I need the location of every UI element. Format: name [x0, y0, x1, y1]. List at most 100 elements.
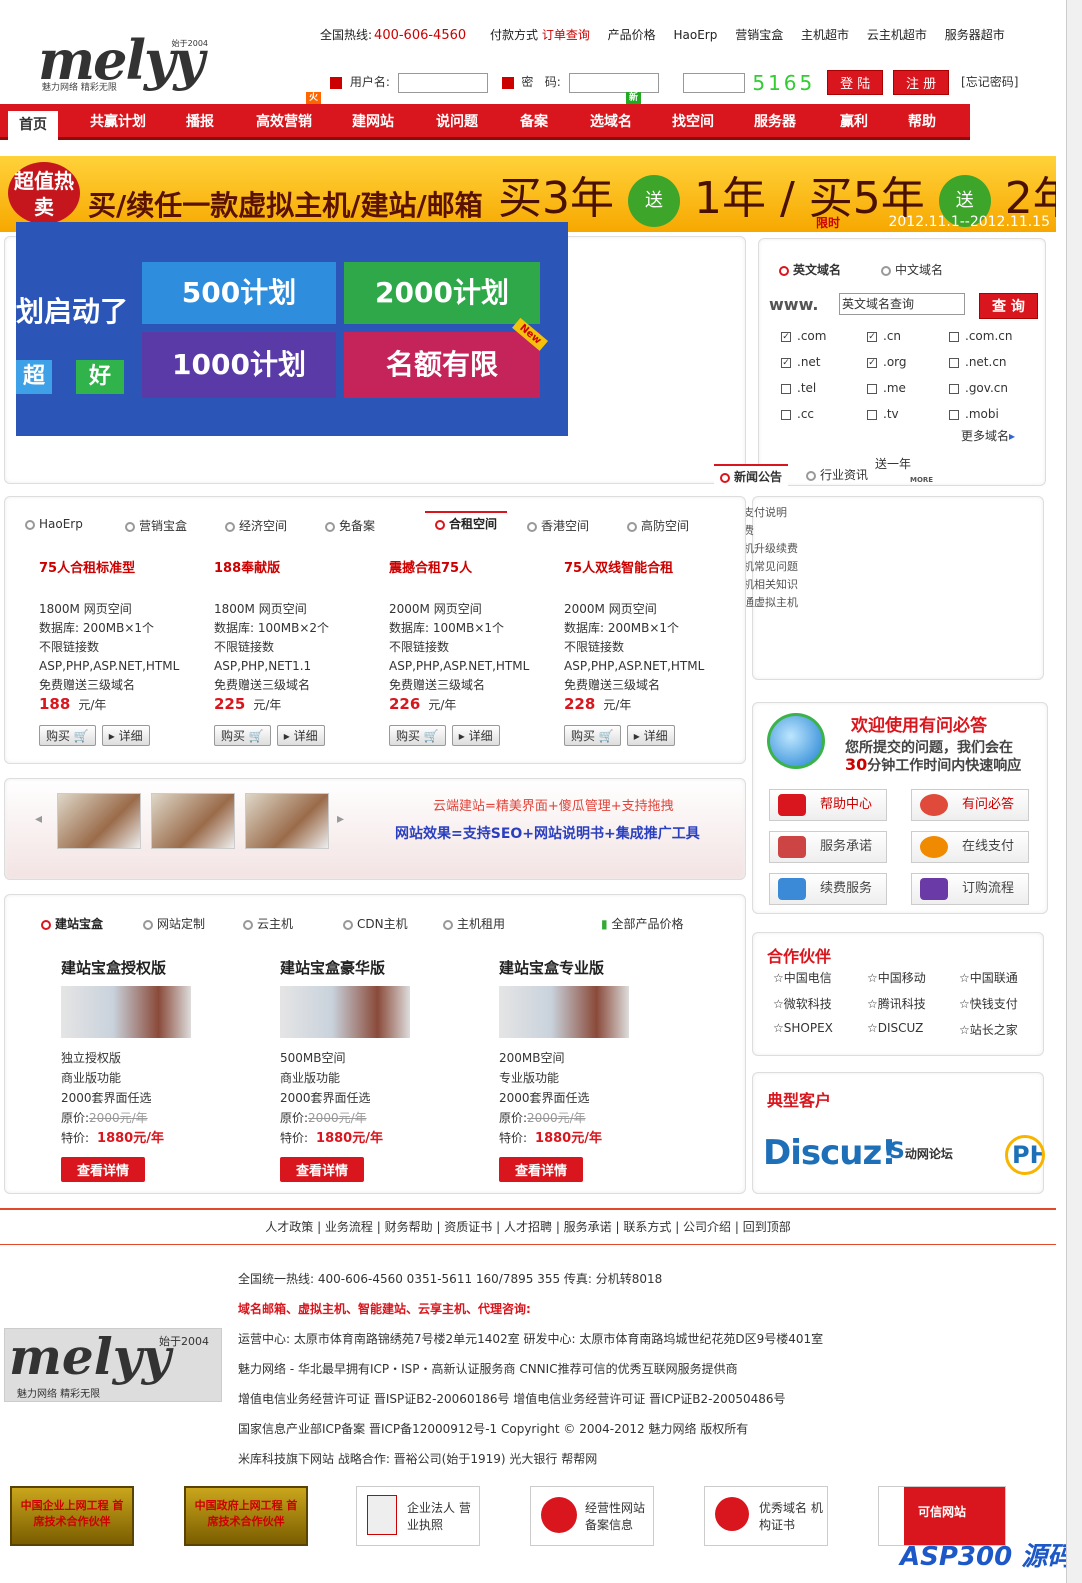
register-button[interactable]: 注 册 [893, 70, 950, 95]
domain-ext-option[interactable]: .tel [781, 381, 816, 395]
nav-help[interactable]: 帮助 [894, 104, 950, 140]
hosting-tab[interactable]: 香港空间 [527, 517, 589, 534]
site-tab[interactable]: 网站定制 [143, 915, 205, 932]
view-detail-button[interactable]: 查看详情 [61, 1157, 146, 1182]
site-showcase[interactable]: ◂ ▸ 云端建站=精美界面+傻瓜管理+支持拖拽 网站效果=支持SEO+网站说明书… [4, 778, 746, 880]
domain-ext-option[interactable]: .tv [867, 407, 899, 421]
package-preview-image[interactable] [280, 986, 410, 1038]
link-server-market[interactable]: 服务器超市 [945, 28, 1005, 42]
link-payment[interactable]: 付款方式 [490, 28, 538, 42]
site-tab[interactable]: CDN主机 [343, 915, 408, 932]
radio-cn-domain[interactable]: 中文域名 [881, 261, 943, 278]
prev-arrow-icon[interactable]: ◂ [35, 811, 42, 827]
plan-title[interactable]: 75人双线智能合租 [564, 557, 734, 576]
package-title[interactable]: 建站宝盒专业版 [499, 957, 699, 978]
package-title[interactable]: 建站宝盒豪华版 [280, 957, 480, 978]
vertical-scrollbar[interactable] [1066, 0, 1082, 1583]
news-tab-industry[interactable]: 行业资讯 [806, 466, 868, 483]
radio-en-domain[interactable]: 英文域名 [779, 261, 841, 278]
client-logo-dvbbs[interactable]: S动网论坛 [889, 1139, 953, 1164]
password-input[interactable] [568, 72, 659, 93]
domain-ext-option[interactable]: .mobi [949, 407, 999, 421]
buy-button[interactable]: 购买 🛒 [39, 725, 96, 746]
link-cloud-market[interactable]: 云主机超市 [867, 28, 927, 42]
plan-title[interactable]: 震撼合租75人 [389, 557, 559, 576]
nav-profit[interactable]: 赢利 [826, 104, 882, 140]
nav-win-plan[interactable]: 共赢计划 [76, 104, 160, 140]
package-preview-image[interactable] [499, 986, 629, 1038]
client-logo-ph[interactable]: PH [1005, 1135, 1045, 1175]
news-item[interactable]: 支付宝支付说明 [700, 504, 1040, 522]
footer-link[interactable]: 财务帮助 [385, 1220, 433, 1234]
domain-ext-option[interactable]: ✓ .com [781, 329, 826, 343]
tile-500-plan[interactable]: 500计划 [142, 262, 336, 324]
ask-button[interactable]: 有问必答 [911, 789, 1029, 821]
showcase-thumb-2[interactable] [151, 793, 235, 849]
nav-space[interactable]: 找空间 [660, 104, 726, 140]
order-flow-button[interactable]: 订购流程 [911, 873, 1029, 905]
renewal-button[interactable]: 续费服务 [769, 873, 887, 905]
cert-license[interactable]: 企业法人 营业执照 [356, 1486, 480, 1546]
partner-link[interactable]: ☆微软科技 [773, 995, 832, 1012]
detail-button[interactable]: ▸ 详细 [276, 725, 325, 746]
package-preview-image[interactable] [61, 986, 191, 1038]
news-item[interactable]: 如何开通虚拟主机 [700, 594, 1040, 612]
view-detail-button[interactable]: 查看详情 [280, 1157, 365, 1182]
online-pay-button[interactable]: 在线支付 [911, 831, 1029, 863]
domain-ext-option[interactable]: ✓ .org [867, 355, 907, 369]
nav-ask[interactable]: 说问题 [424, 104, 490, 140]
client-logo-discuz[interactable]: Discuz! [763, 1133, 897, 1173]
link-prices[interactable]: 产品价格 [608, 28, 656, 42]
cert-record[interactable]: 经营性网站 备案信息 [530, 1486, 654, 1546]
footer-link[interactable]: 业务流程 [325, 1220, 373, 1234]
username-input[interactable] [397, 72, 488, 93]
tile-1000-plan[interactable]: 1000计划 [142, 332, 336, 398]
partner-link[interactable]: ☆中国移动 [867, 969, 926, 986]
news-item[interactable]: 虚拟主机相关知识 [700, 576, 1040, 594]
link-host-market[interactable]: 主机超市 [801, 28, 849, 42]
cert-government[interactable]: 中国政府上网工程 首席技术合作伙伴 [184, 1486, 308, 1546]
showcase-thumb-3[interactable] [245, 793, 329, 849]
hosting-tab[interactable]: 合租空间 [425, 511, 508, 532]
cert-domain[interactable]: 优秀域名 机构证书 [704, 1486, 828, 1546]
partner-link[interactable]: ☆中国联通 [959, 969, 1018, 986]
news-more-link[interactable]: MORE [910, 476, 933, 484]
more-domains-link[interactable]: 更多域名▸ [961, 427, 1015, 444]
domain-ext-option[interactable]: ✓ .cn [867, 329, 901, 343]
plan-title[interactable]: 188奉献版 [214, 557, 384, 576]
buy-button[interactable]: 购买 🛒 [214, 725, 271, 746]
captcha-input[interactable] [682, 72, 745, 93]
site-tab[interactable]: 云主机 [243, 915, 293, 932]
hosting-tab[interactable]: 免备案 [325, 517, 375, 534]
partner-link[interactable]: ☆DISCUZ [867, 1021, 923, 1035]
next-arrow-icon[interactable]: ▸ [337, 811, 344, 827]
domain-ext-option[interactable]: .net.cn [949, 355, 1007, 369]
detail-button[interactable]: ▸ 详细 [101, 725, 150, 746]
captcha-image[interactable]: 5165 [752, 71, 815, 95]
footer-link[interactable]: 服务承诺 [564, 1220, 612, 1234]
plan-title[interactable]: 75人合租标准型 [39, 557, 209, 576]
tile-2000-plan[interactable]: 2000计划 [344, 262, 540, 324]
domain-ext-option[interactable]: .com.cn [949, 329, 1012, 343]
cert-enterprise[interactable]: 中国企业上网工程 首席技术合作伙伴 [10, 1486, 134, 1546]
domain-input[interactable]: 英文域名查询 [839, 293, 965, 315]
partner-link[interactable]: ☆站长之家 [959, 1021, 1018, 1038]
footer-logo[interactable]: melyy 始于2004 魅力网络 精彩无限 [4, 1328, 222, 1402]
link-order-query[interactable]: 订单查询 [542, 28, 590, 42]
hosting-tab[interactable]: 营销宝盒 [125, 517, 187, 534]
view-detail-button[interactable]: 查看详情 [499, 1157, 584, 1182]
domain-ext-option[interactable]: .gov.cn [949, 381, 1008, 395]
footer-link[interactable]: 公司介绍 [683, 1220, 731, 1234]
partner-link[interactable]: ☆中国电信 [773, 969, 832, 986]
footer-link[interactable]: 人才政策 [265, 1220, 313, 1234]
site-tab[interactable]: 主机租用 [443, 915, 505, 932]
buy-button[interactable]: 购买 🛒 [564, 725, 621, 746]
plan-slideshow[interactable]: 划启动了 超 好 500计划 2000计划 1000计划 名额有限 New [16, 222, 568, 436]
promo-banner[interactable]: 超值热卖 买/续任一款虚拟主机/建站/邮箱 买3年 送 1年 / 买5年 送 2… [0, 156, 1056, 232]
link-marketing-box[interactable]: 营销宝盒 [735, 28, 783, 42]
partner-link[interactable]: ☆快钱支付 [959, 995, 1018, 1012]
footer-link[interactable]: 人才招聘 [504, 1220, 552, 1234]
partner-link[interactable]: ☆SHOPEX [773, 1021, 833, 1035]
forgot-password-link[interactable]: [忘记密码] [961, 75, 1018, 89]
hosting-tab[interactable]: HaoErp [25, 517, 83, 531]
